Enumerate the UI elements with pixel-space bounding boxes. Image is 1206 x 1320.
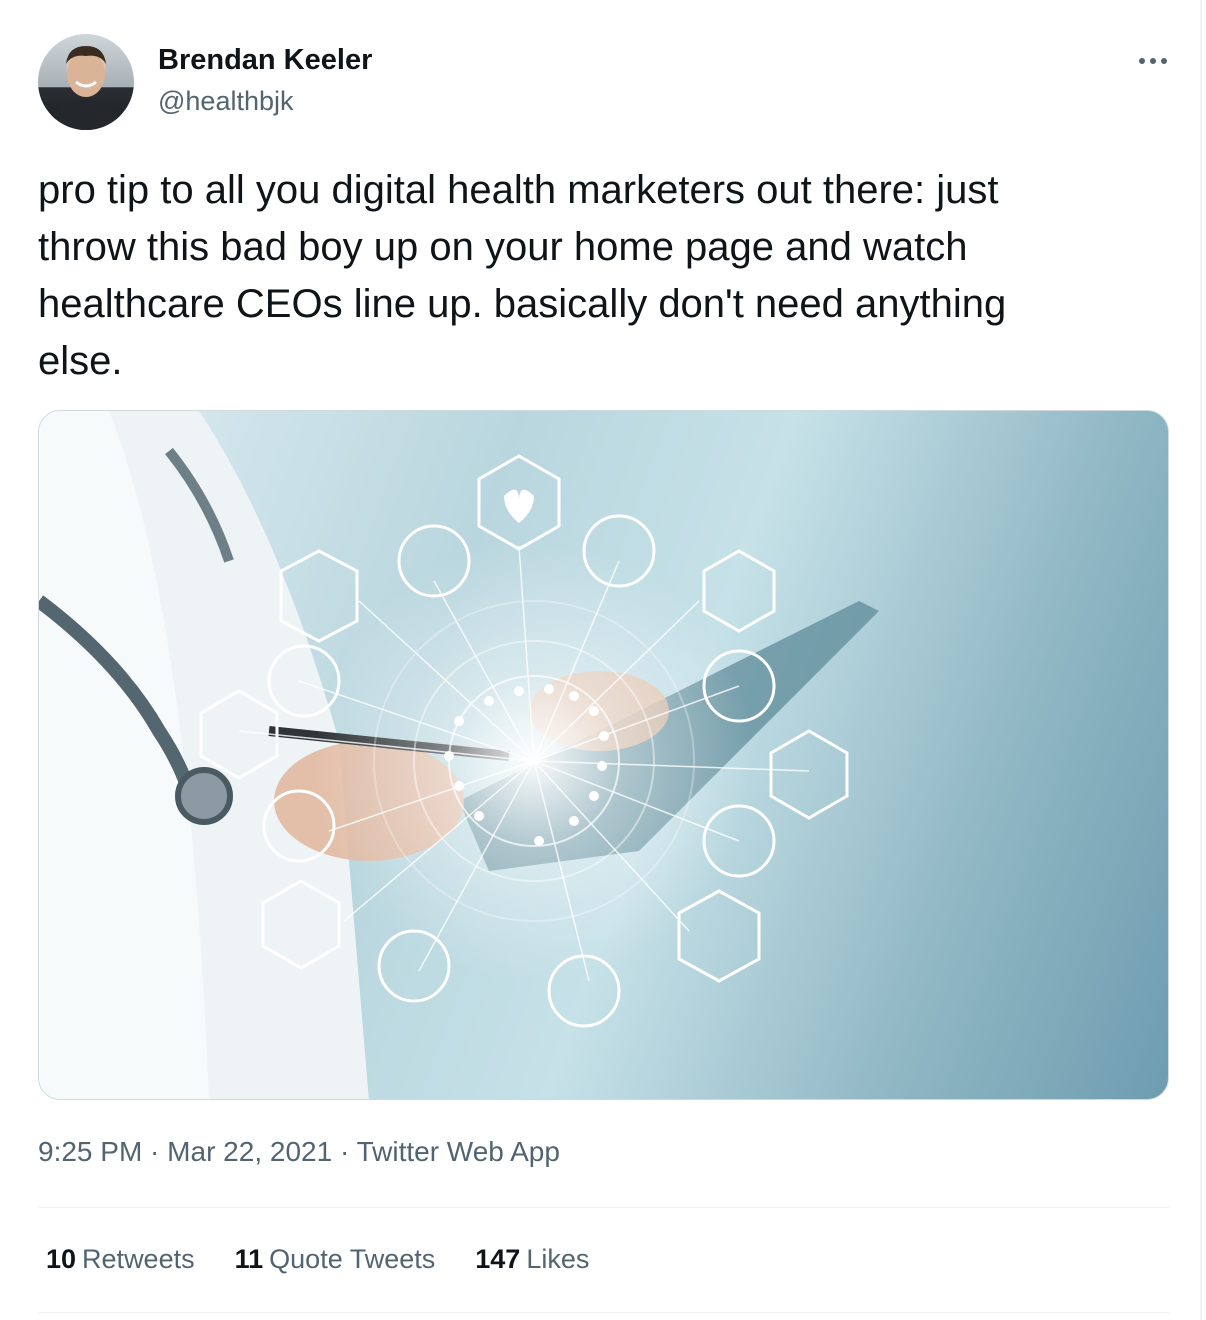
more-dots-icon — [1161, 58, 1167, 64]
divider — [38, 1207, 1170, 1208]
quote-tweets-count: 11 — [234, 1244, 264, 1274]
likes-stat[interactable]: 147 Likes — [475, 1244, 589, 1275]
more-dots-icon — [1139, 58, 1145, 64]
tweet-meta: 9:25 PM · Mar 22, 2021 · Twitter Web App — [38, 1136, 560, 1168]
tweet-time-link[interactable]: 9:25 PM — [38, 1136, 142, 1167]
tweet-image[interactable] — [38, 410, 1169, 1100]
divider — [38, 1312, 1170, 1313]
avatar[interactable] — [38, 34, 134, 130]
author-name[interactable]: Brendan Keeler — [158, 44, 372, 77]
quote-tweets-label: Quote Tweets — [269, 1244, 436, 1274]
quote-tweets-stat[interactable]: 11 Quote Tweets — [235, 1244, 436, 1275]
more-options-button[interactable] — [1128, 44, 1178, 78]
retweets-label: Retweets — [82, 1244, 195, 1274]
meta-separator: · — [142, 1136, 168, 1167]
tweet-card: Brendan Keeler @healthbjk pro tip to all… — [0, 0, 1202, 1320]
likes-count: 147 — [475, 1244, 521, 1274]
author-handle[interactable]: @healthbjk — [158, 86, 294, 117]
tweet-date-link[interactable]: Mar 22, 2021 — [167, 1136, 332, 1167]
more-dots-icon — [1150, 58, 1156, 64]
tweet-source-link[interactable]: Twitter Web App — [357, 1136, 560, 1167]
retweets-stat[interactable]: 10 Retweets — [46, 1244, 195, 1275]
likes-label: Likes — [526, 1244, 590, 1274]
tweet-text: pro tip to all you digital health market… — [38, 168, 1007, 383]
retweets-count: 10 — [46, 1244, 77, 1274]
meta-separator: · — [332, 1136, 357, 1167]
tweet-stats: 10 Retweets 11 Quote Tweets 147 Likes — [46, 1244, 589, 1275]
